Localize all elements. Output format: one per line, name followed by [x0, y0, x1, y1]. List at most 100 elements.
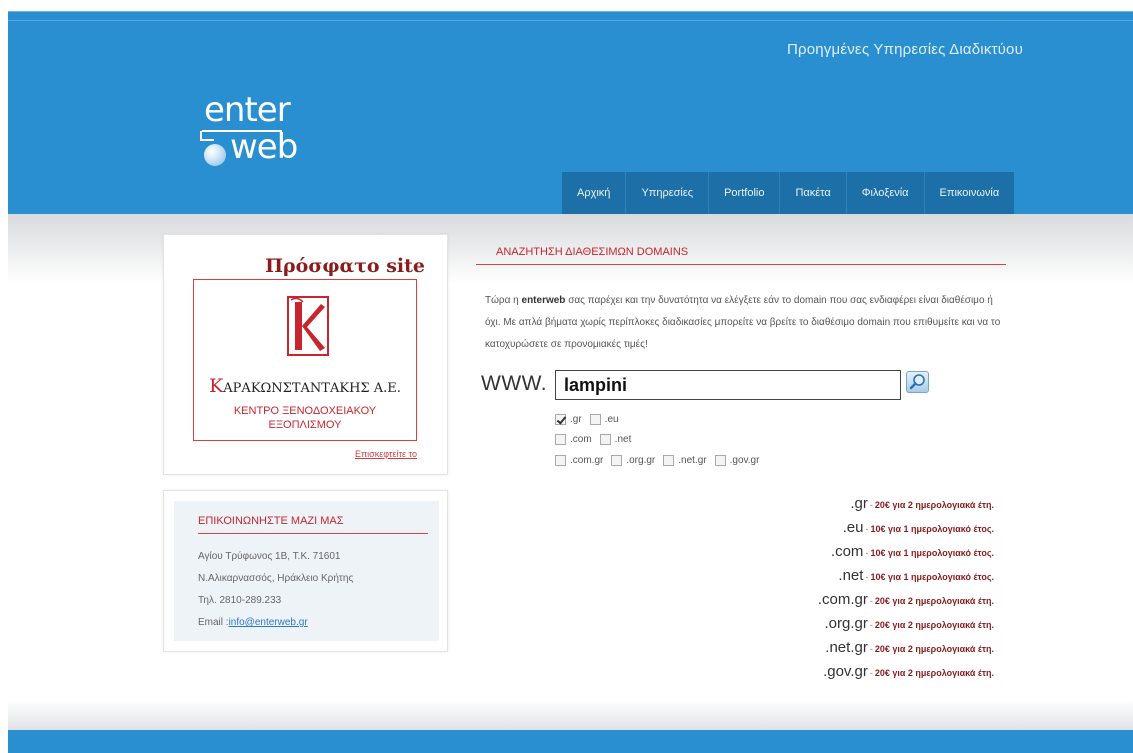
footer-shadow-band: [8, 700, 1133, 730]
price-description: 10€ για 1 ημερολογιακό έτος.: [870, 524, 994, 534]
price-separator: -: [865, 572, 869, 582]
tld-label: .net.gr: [678, 455, 707, 466]
price-description: 20€ για 2 ημερολογιακά έτη.: [874, 668, 994, 678]
price-row: .net.gr -20€ για 2 ημερολογιακά έτη.: [714, 636, 994, 660]
visit-site-link[interactable]: Επισκεφτείτε το: [355, 449, 417, 459]
nav-item-contact[interactable]: Επικοινωνία: [925, 172, 1015, 215]
client-logo-banner[interactable]: KΑΡΑΚΩΝΣΤΑΝΤΑΚΗΣ Α.Ε. ΚΕΝΤΡΟ ΞΕΝΟΔΟΧΕΙΑΚ…: [193, 279, 417, 441]
logo-arrow-icon: [200, 131, 214, 141]
tld-label: .org.gr: [626, 455, 656, 466]
globe-icon: [204, 144, 226, 166]
price-separator: -: [869, 620, 873, 630]
tld-row: .com .net: [555, 434, 639, 445]
tld-checkbox-net[interactable]: .net: [599, 434, 632, 445]
domain-price-list: .gr -20€ για 2 ημερολογιακά έτη. .eu -10€ γ…: [714, 492, 994, 684]
checkbox-box[interactable]: [599, 434, 611, 445]
price-separator: -: [865, 524, 869, 534]
client-k-logo-icon: [287, 296, 329, 356]
price-separator: -: [869, 500, 873, 510]
price-tld: .com.gr: [817, 591, 868, 608]
price-row: .gr -20€ για 2 ημερολογιακά έτη.: [714, 492, 994, 516]
checkbox-box[interactable]: [555, 414, 566, 425]
page: Προηγμένες Υπηρεσίες Διαδικτύου enter we…: [0, 0, 1133, 753]
tld-label: .eu: [604, 414, 619, 425]
price-tld: .org.gr: [824, 615, 868, 632]
domain-search-input[interactable]: [555, 370, 901, 400]
client-name-initial: K: [209, 375, 224, 397]
contact-email-label: Email :: [198, 617, 229, 628]
price-description: 20€ για 2 ημερολογιακά έτη.: [874, 596, 994, 606]
www-prefix-label: WWW.: [481, 372, 548, 395]
contact-title: ΕΠΙΚΟΙΝΩΝΗΣΤΕ ΜΑΖΙ ΜΑΣ: [198, 515, 428, 534]
checkbox-box[interactable]: [589, 414, 601, 425]
intro-pre: Τώρα η: [485, 295, 522, 306]
nav-item-home[interactable]: Αρχική: [562, 172, 627, 215]
client-company-name: KΑΡΑΚΩΝΣΤΑΝΤΑΚΗΣ Α.Ε.: [194, 375, 416, 397]
contact-panel: ΕΠΙΚΟΙΝΩΝΗΣΤΕ ΜΑΖΙ ΜΑΣ Αγίου Τρύφωνος 1Β…: [174, 501, 439, 641]
checkbox-box[interactable]: [611, 455, 623, 466]
client-subtitle-line2: ΕΞΟΠΛΙΣΜΟΥ: [268, 419, 342, 431]
client-subtitle-line1: ΚΕΝΤΡΟ ΞΕΝΟΔΟΧΕΙΑΚΟΥ: [233, 405, 377, 417]
nav-item-services[interactable]: Υπηρεσίες: [626, 172, 710, 215]
tld-row: .com.gr .org.gr .net.gr .gov.gr: [555, 455, 767, 466]
price-tld: .com: [830, 543, 864, 560]
price-row: .com.gr -20€ για 2 ημερολογιακά έτη.: [714, 588, 994, 612]
price-tld: .gov.gr: [823, 663, 868, 680]
price-row: .gov.gr -20€ για 2 ημερολογιακά έτη.: [714, 660, 994, 684]
recent-site-box: Πρόσφατο site KΑΡΑΚΩΝΣΤΑΝΤΑΚΗΣ Α.Ε. ΚΕΝΤ…: [163, 234, 448, 475]
price-separator: -: [869, 644, 873, 654]
checkbox-box[interactable]: [555, 455, 566, 466]
price-tld: .eu: [842, 519, 864, 536]
nav-item-packages[interactable]: Πακέτα: [780, 172, 847, 215]
contact-email-link[interactable]: info@enterweb.gr: [229, 617, 308, 628]
tld-checkbox-eu[interactable]: .eu: [589, 414, 619, 425]
price-description: 20€ για 2 ημερολογιακά έτη.: [874, 500, 994, 510]
checkbox-box[interactable]: [555, 434, 566, 445]
tld-checkbox-gov-gr[interactable]: .gov.gr: [714, 455, 760, 466]
domain-search-button[interactable]: [906, 371, 929, 393]
checkbox-box[interactable]: [714, 455, 726, 466]
tld-checkbox-gr[interactable]: .gr: [555, 414, 582, 425]
enterweb-logo[interactable]: enter web: [198, 92, 338, 177]
contact-address: Αγίου Τρύφωνος 1Β, Τ.Κ. 71601: [198, 551, 341, 562]
main-nav: Αρχική Υπηρεσίες Portfolio Πακέτα Φιλοξε…: [562, 172, 1015, 215]
price-description: 10€ για 1 ημερολογιακό έτος.: [870, 548, 994, 558]
domain-intro-text: Τώρα η enterweb σας παρέχει και την δυνα…: [485, 290, 1005, 356]
contact-city: Ν.Αλικαρνασσός, Ηράκλειο Κρήτης: [198, 573, 354, 584]
price-row: .eu -10€ για 1 ημερολογιακό έτος.: [714, 516, 994, 540]
price-row: .com -10€ για 1 ημερολογιακό έτος.: [714, 540, 994, 564]
logo-text-enter: enter: [204, 90, 291, 130]
price-description: 20€ για 2 ημερολογιακά έτη.: [874, 620, 994, 630]
checkbox-box[interactable]: [663, 455, 675, 466]
intro-brand: enterweb: [521, 295, 566, 306]
tld-label: .net: [614, 434, 632, 445]
tld-checkbox-org-gr[interactable]: .org.gr: [611, 455, 655, 466]
price-separator: -: [869, 668, 873, 678]
contact-email-line: Email :info@enterweb.gr: [198, 617, 308, 628]
price-row: .net -10€ για 1 ημερολογιακό έτος.: [714, 564, 994, 588]
tld-checkbox-net-gr[interactable]: .net.gr: [663, 455, 707, 466]
price-row: .org.gr -20€ για 2 ημερολογιακά έτη.: [714, 612, 994, 636]
tld-row: .gr .eu: [555, 414, 627, 425]
tld-checkbox-com[interactable]: .com: [555, 434, 592, 445]
price-separator: -: [865, 548, 869, 558]
contact-phone: Τηλ. 2810-289.233: [198, 595, 282, 606]
recent-site-title: Πρόσφατο site: [265, 255, 425, 277]
site-footer: [8, 730, 1133, 753]
price-tld: .net.gr: [825, 639, 868, 656]
tld-checkbox-com-gr[interactable]: .com.gr: [555, 455, 603, 466]
site-header: Προηγμένες Υπηρεσίες Διαδικτύου enter we…: [8, 11, 1133, 215]
logo-text-web: web: [230, 127, 298, 167]
tld-label: .gr: [570, 414, 582, 425]
nav-item-portfolio[interactable]: Portfolio: [709, 172, 781, 215]
price-description: 20€ για 2 ημερολογιακά έτη.: [874, 644, 994, 654]
price-tld: .net: [838, 567, 864, 584]
header-divider: [8, 20, 1133, 21]
tld-label: .com: [570, 434, 592, 445]
magnifier-icon: [909, 374, 925, 390]
price-tld: .gr: [850, 495, 868, 512]
tld-label: .gov.gr: [729, 455, 760, 466]
price-separator: -: [869, 596, 873, 606]
nav-item-hosting[interactable]: Φιλοξενία: [847, 172, 925, 215]
header-tagline: Προηγμένες Υπηρεσίες Διαδικτύου: [786, 41, 1023, 58]
